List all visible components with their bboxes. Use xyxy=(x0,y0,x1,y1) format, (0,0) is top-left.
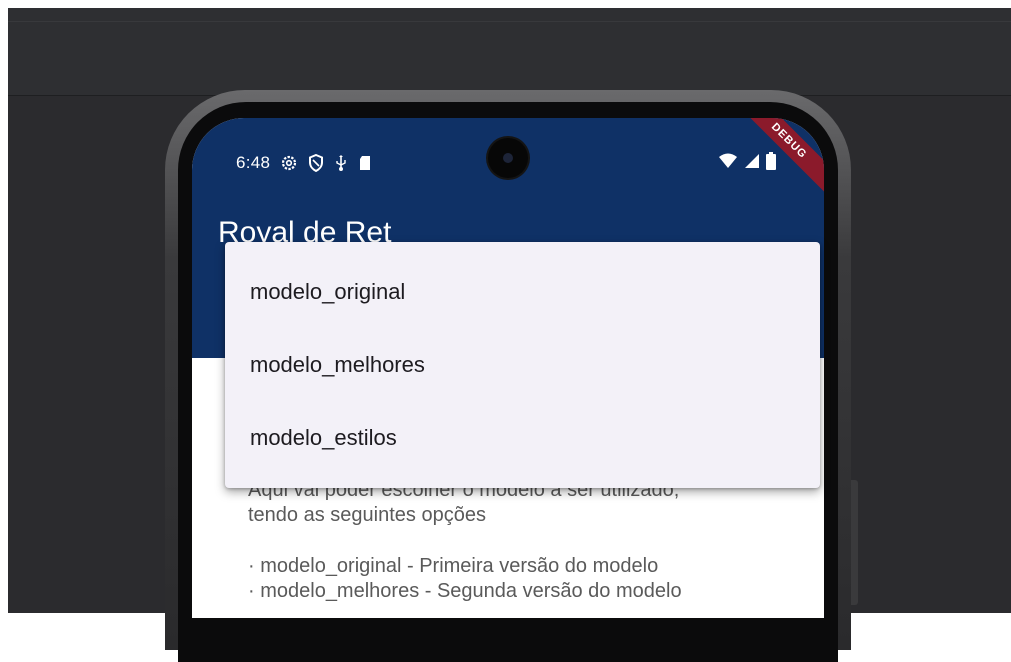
bullet-modelo-original: · modelo_original - Primeira versão do m… xyxy=(248,555,659,577)
bullet-modelo-melhores: · modelo_melhores - Segunda versão do mo… xyxy=(248,580,682,602)
menu-item-modelo-original[interactable]: modelo_original xyxy=(225,256,820,328)
phone-side-button xyxy=(851,480,858,605)
shield-icon xyxy=(308,154,324,172)
model-dropdown-menu: modelo_original modelo_melhores modelo_e… xyxy=(225,242,820,488)
model-description: Aqui vai poder escolher o modelo a ser u… xyxy=(248,478,788,604)
wifi-icon xyxy=(718,153,738,174)
menu-item-modelo-estilos[interactable]: modelo_estilos xyxy=(225,402,820,474)
sd-card-icon xyxy=(358,154,372,172)
gear-icon xyxy=(280,154,298,172)
status-bar: 6:48 xyxy=(236,148,372,178)
status-right xyxy=(718,152,776,175)
description-line-2: tendo as seguintes opções xyxy=(248,504,486,526)
emulator-toolbar xyxy=(8,8,1011,96)
front-camera xyxy=(488,138,528,178)
battery-icon xyxy=(766,152,776,175)
cell-signal-icon xyxy=(744,153,760,174)
toolbar-divider xyxy=(8,21,1011,22)
menu-item-modelo-melhores[interactable]: modelo_melhores xyxy=(225,329,820,401)
status-time: 6:48 xyxy=(236,153,271,172)
usb-icon xyxy=(334,154,348,172)
